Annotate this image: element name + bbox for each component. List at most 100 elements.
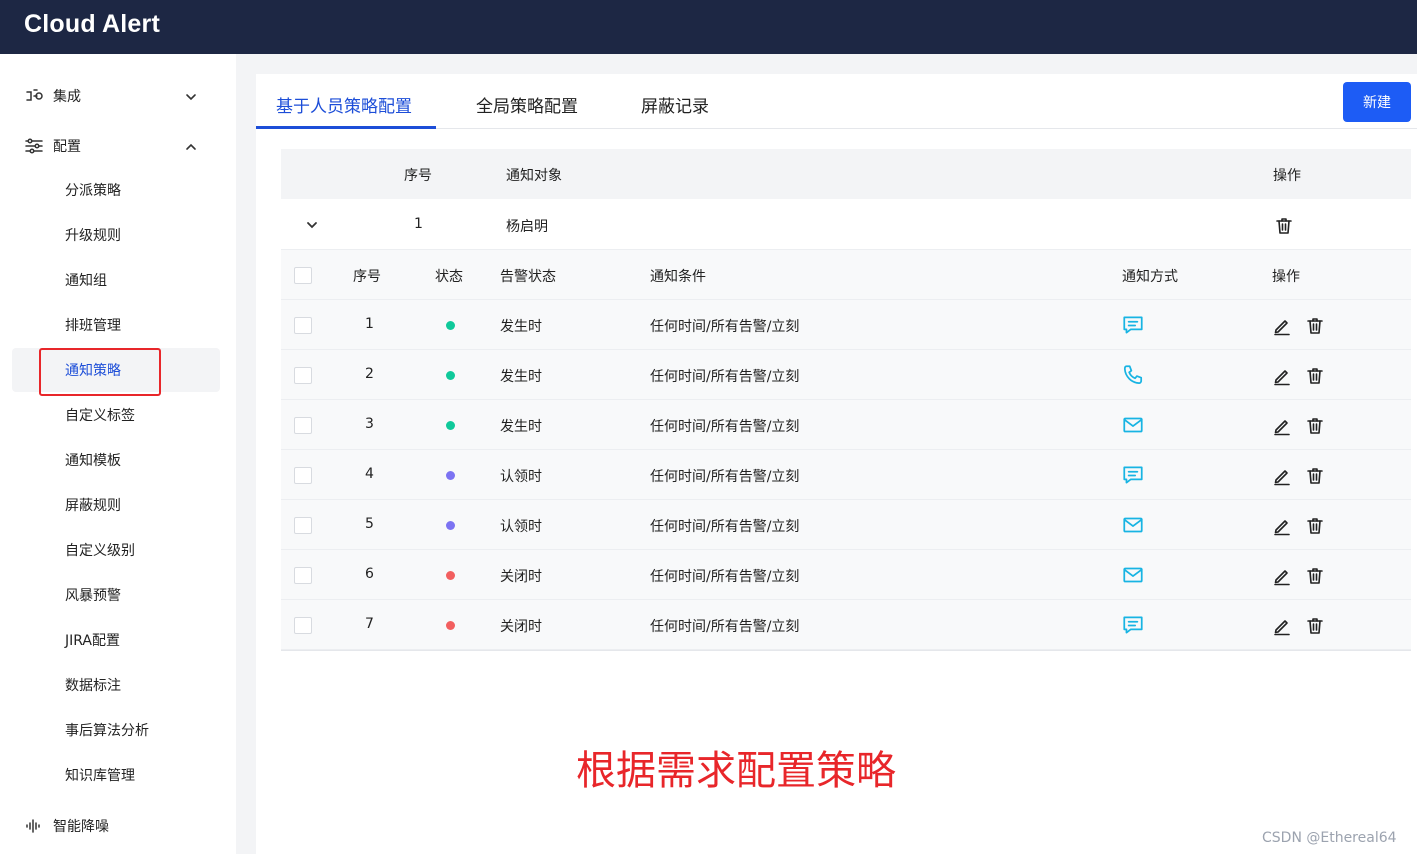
chevron-down-icon[interactable]: [305, 218, 319, 232]
sidebar-item-custom-tags[interactable]: 自定义标签: [12, 393, 220, 437]
sidebar-item-knowledge-base[interactable]: 知识库管理: [12, 753, 220, 797]
row-alert-status: 发生时: [500, 319, 542, 335]
edit-icon[interactable]: [1272, 516, 1292, 536]
watermark: CSDN @Ethereal64: [1262, 830, 1397, 846]
row-checkbox[interactable]: [294, 367, 312, 384]
row-seq: 1: [414, 216, 423, 232]
row-checkbox[interactable]: [294, 517, 312, 534]
row-condition: 任何时间/所有告警/立刻: [650, 619, 800, 635]
trash-icon[interactable]: [1305, 366, 1325, 386]
header-action: 操作: [1273, 168, 1301, 184]
table-row: 7 关闭时 任何时间/所有告警/立刻: [281, 600, 1411, 650]
trash-icon[interactable]: [1305, 466, 1325, 486]
row-seq: 2: [365, 366, 374, 382]
highlight-box: [39, 348, 161, 396]
header-action: 操作: [1272, 269, 1300, 285]
sidebar-group-noise-reduction[interactable]: 智能降噪: [24, 814, 109, 838]
row-target: 杨启明: [506, 219, 548, 235]
row-checkbox[interactable]: [294, 567, 312, 584]
sidebar-item-notify-template[interactable]: 通知模板: [12, 438, 220, 482]
sidebar-group-integration[interactable]: 集成: [24, 84, 81, 108]
row-seq: 1: [365, 316, 374, 332]
trash-icon[interactable]: [1274, 216, 1294, 236]
table-row: 4 认领时 任何时间/所有告警/立刻: [281, 450, 1411, 500]
table-row: 2 发生时 任何时间/所有告警/立刻: [281, 350, 1411, 400]
sms-icon[interactable]: [1121, 313, 1145, 337]
status-dot: [446, 371, 455, 380]
table-row: 1 杨启明: [281, 200, 1411, 250]
header-method: 通知方式: [1122, 269, 1178, 285]
sidebar-group-label: 配置: [53, 139, 81, 155]
phone-icon[interactable]: [1121, 363, 1145, 387]
new-button[interactable]: 新建: [1343, 82, 1411, 122]
sidebar-item-custom-level[interactable]: 自定义级别: [12, 528, 220, 572]
row-seq: 6: [365, 566, 374, 582]
row-checkbox[interactable]: [294, 317, 312, 334]
row-checkbox[interactable]: [294, 467, 312, 484]
active-tab-indicator: [256, 126, 436, 129]
email-icon[interactable]: [1121, 563, 1145, 587]
edit-icon[interactable]: [1272, 416, 1292, 436]
header-seq: 序号: [353, 269, 381, 285]
trash-icon[interactable]: [1305, 516, 1325, 536]
chevron-up-icon[interactable]: [184, 140, 198, 154]
edit-icon[interactable]: [1272, 316, 1292, 336]
trash-icon[interactable]: [1305, 316, 1325, 336]
tab-person-policy[interactable]: 基于人员策略配置: [276, 92, 412, 117]
status-dot: [446, 421, 455, 430]
tab-bar: [256, 74, 1417, 129]
header-target: 通知对象: [506, 168, 562, 184]
tab-global-policy[interactable]: 全局策略配置: [476, 92, 578, 117]
sidebar-item-mute-rules[interactable]: 屏蔽规则: [12, 483, 220, 527]
inner-table-header: 序号 状态 告警状态 通知条件 通知方式 操作: [281, 250, 1411, 300]
table-row: 5 认领时 任何时间/所有告警/立刻: [281, 500, 1411, 550]
chevron-down-icon[interactable]: [184, 90, 198, 104]
trash-icon[interactable]: [1305, 566, 1325, 586]
row-checkbox[interactable]: [294, 617, 312, 634]
annotation-text: 根据需求配置策略: [576, 748, 896, 794]
status-dot: [446, 471, 455, 480]
sidebar-item-data-labeling[interactable]: 数据标注: [12, 663, 220, 707]
row-seq: 7: [365, 616, 374, 632]
row-checkbox[interactable]: [294, 417, 312, 434]
edit-icon[interactable]: [1272, 616, 1292, 636]
trash-icon[interactable]: [1305, 416, 1325, 436]
sidebar-item-notify-group[interactable]: 通知组: [12, 258, 220, 302]
table-row: 3 发生时 任何时间/所有告警/立刻: [281, 400, 1411, 450]
sidebar-group-label: 智能降噪: [53, 819, 109, 835]
row-alert-status: 认领时: [500, 519, 542, 535]
waveform-icon: [24, 816, 44, 836]
email-icon[interactable]: [1121, 413, 1145, 437]
table-row: 1 发生时 任何时间/所有告警/立刻: [281, 300, 1411, 350]
row-alert-status: 关闭时: [500, 569, 542, 585]
sidebar-item-schedule[interactable]: 排班管理: [12, 303, 220, 347]
edit-icon[interactable]: [1272, 466, 1292, 486]
status-dot: [446, 621, 455, 630]
sidebar-item-post-analysis[interactable]: 事后算法分析: [12, 708, 220, 752]
email-icon[interactable]: [1121, 513, 1145, 537]
app-title: Cloud Alert: [24, 10, 160, 38]
row-alert-status: 认领时: [500, 469, 542, 485]
edit-icon[interactable]: [1272, 566, 1292, 586]
header-alert-status: 告警状态: [500, 269, 556, 285]
trash-icon[interactable]: [1305, 616, 1325, 636]
sidebar-item-dispatch-policy[interactable]: 分派策略: [12, 168, 220, 212]
row-alert-status: 关闭时: [500, 619, 542, 635]
sidebar-item-escalation-rules[interactable]: 升级规则: [12, 213, 220, 257]
tab-mute-records[interactable]: 屏蔽记录: [641, 92, 709, 117]
row-condition: 任何时间/所有告警/立刻: [650, 369, 800, 385]
sms-icon[interactable]: [1121, 613, 1145, 637]
sidebar-item-jira-config[interactable]: JIRA配置: [12, 618, 220, 662]
select-all-checkbox[interactable]: [294, 267, 312, 284]
inner-table: 序号 状态 告警状态 通知条件 通知方式 操作 1 发生时 任何时间/所有告警/立刻…: [281, 250, 1411, 651]
top-bar: Cloud Alert: [0, 0, 1417, 54]
sms-icon[interactable]: [1121, 463, 1145, 487]
sidebar-group-label: 集成: [53, 89, 81, 105]
edit-icon[interactable]: [1272, 366, 1292, 386]
integration-icon: [24, 86, 44, 106]
sidebar-item-storm-warning[interactable]: 风暴预警: [12, 573, 220, 617]
status-dot: [446, 321, 455, 330]
row-alert-status: 发生时: [500, 419, 542, 435]
sidebar-group-config[interactable]: 配置: [24, 134, 81, 158]
row-condition: 任何时间/所有告警/立刻: [650, 319, 800, 335]
